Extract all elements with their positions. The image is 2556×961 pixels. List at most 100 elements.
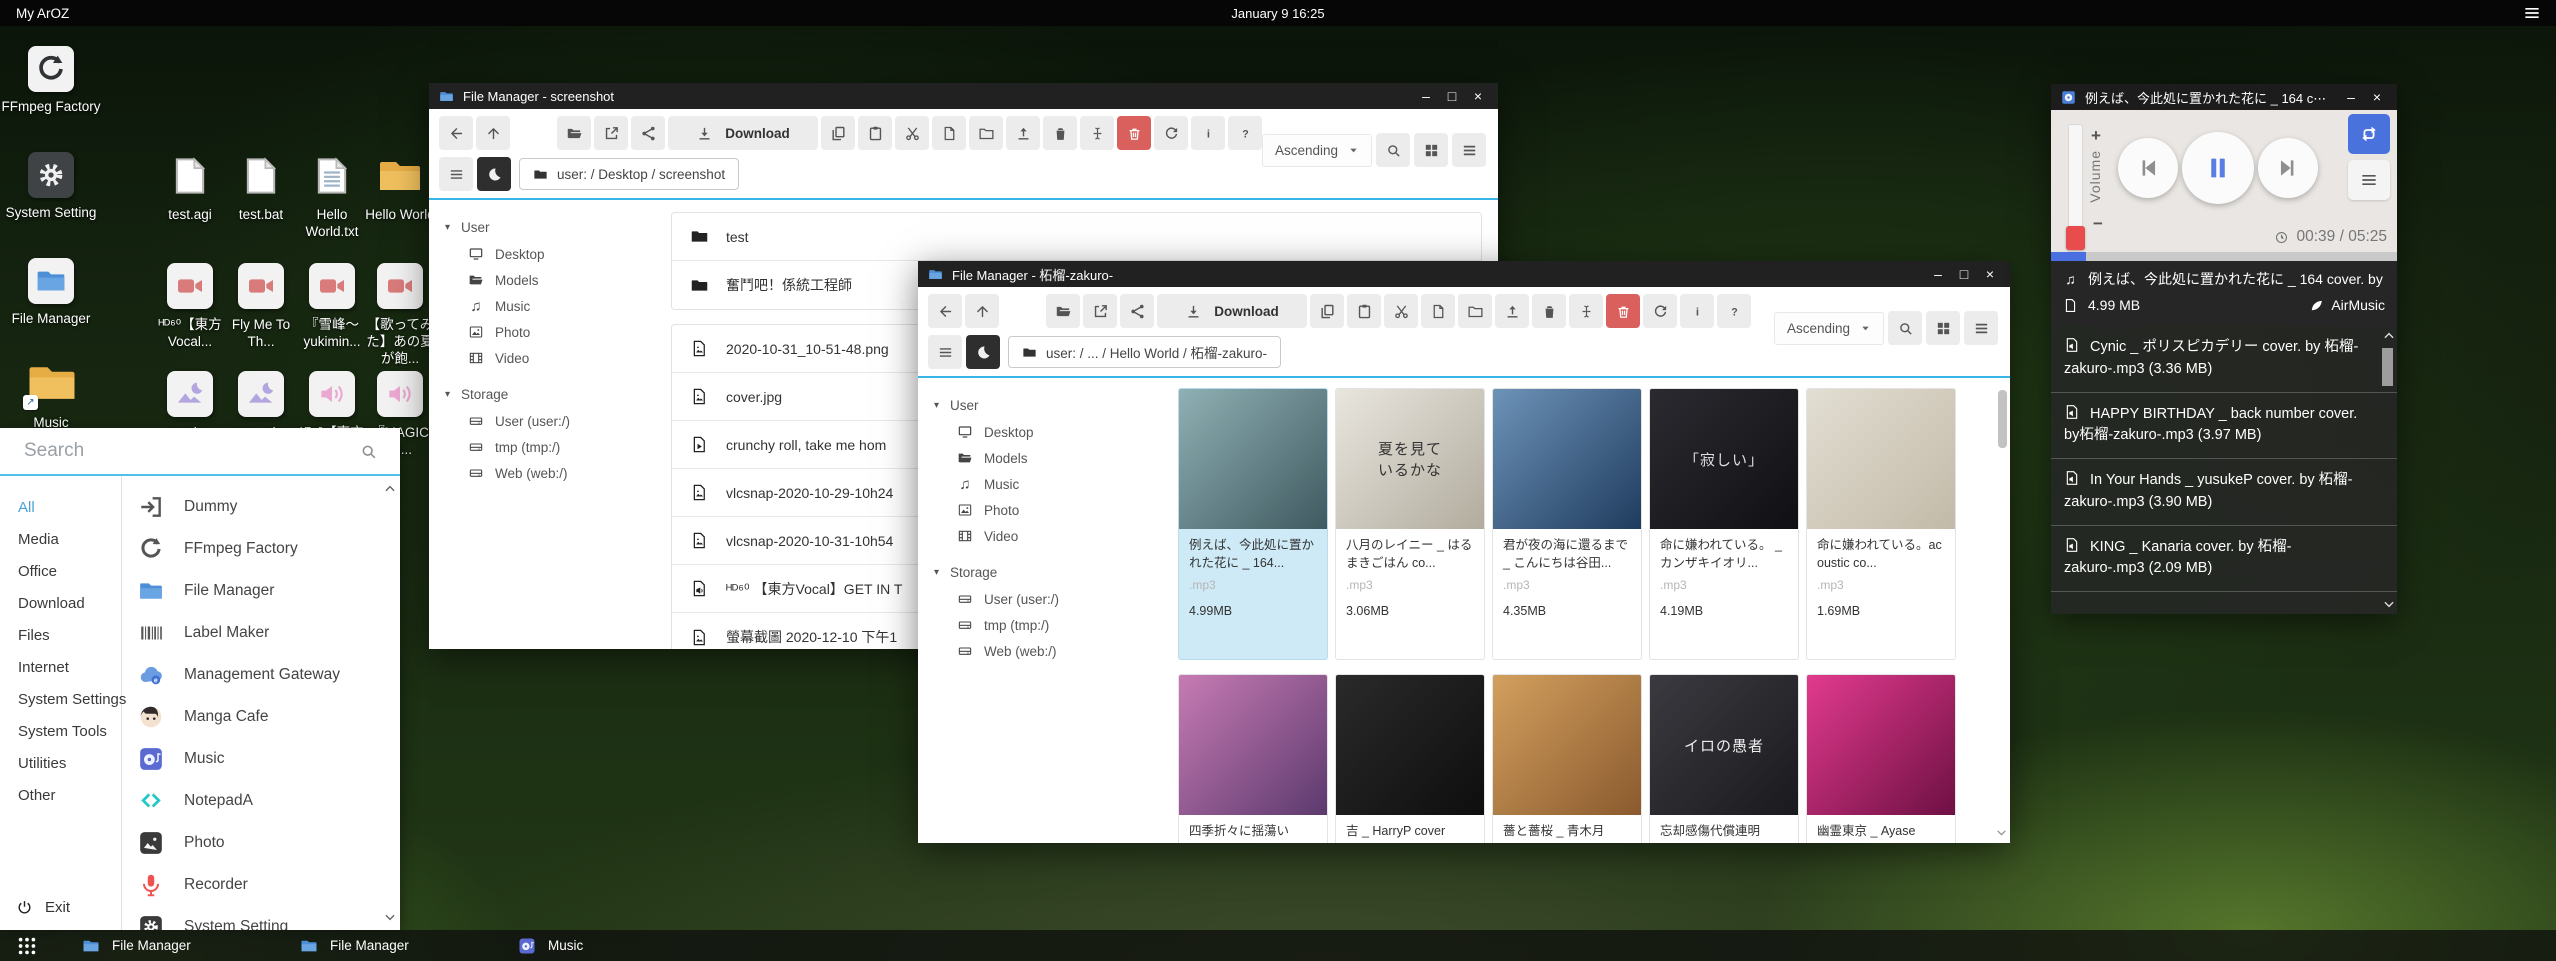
progress-bar[interactable] (2051, 252, 2397, 261)
hamburger-button[interactable] (439, 157, 473, 191)
breadcrumb[interactable]: user: / ... / Hello World / 柘榴-zakuro- (1008, 336, 1281, 368)
menu-category-other[interactable]: Other (18, 780, 121, 812)
repeat-button[interactable] (2348, 114, 2390, 154)
start-menu-scrollbar[interactable] (383, 476, 397, 930)
desktop-file-audio-icon[interactable] (377, 371, 423, 417)
folder-open-button[interactable] (1046, 294, 1080, 328)
paste-button[interactable] (858, 116, 892, 150)
sort-dropdown[interactable]: Ascending (1774, 312, 1884, 345)
menu-app-dummy[interactable]: Dummy (138, 486, 400, 528)
minimize-button[interactable]: – (2339, 89, 2363, 105)
file-card[interactable]: 「寂しい」命に嫌われている。 _ カンザキイオリ....mp34.19MB (1649, 388, 1799, 660)
desktop-file-image-icon[interactable] (238, 371, 284, 417)
menu-category-system-settings[interactable]: System Settings (18, 684, 121, 716)
menu-app-recorder[interactable]: Recorder (138, 864, 400, 906)
search-button[interactable] (1888, 311, 1922, 345)
volume-slider-handle[interactable] (2066, 226, 2085, 250)
arrow-left-button[interactable] (928, 294, 962, 328)
file-card[interactable]: 薔と薔桜 _ 青木月 (1492, 674, 1642, 843)
delete-button[interactable] (1117, 116, 1151, 150)
window-titlebar[interactable]: File Manager - 柘榴-zakuro-–□× (918, 261, 2010, 287)
download-button[interactable]: Download (668, 116, 818, 150)
scroll-down-icon[interactable] (1995, 826, 2008, 839)
tree-item-user[interactable]: User (user:/) (934, 586, 1156, 612)
tree-item-photo[interactable]: Photo (934, 497, 1156, 523)
new-folder-button[interactable] (1458, 294, 1492, 328)
tree-item-desktop[interactable]: Desktop (445, 241, 667, 267)
compress-button[interactable] (1043, 116, 1077, 150)
desktop-icon-ffmpeg-factory[interactable] (28, 46, 74, 92)
share-button[interactable] (631, 116, 665, 150)
menu-category-download[interactable]: Download (18, 588, 121, 620)
tree-item-web[interactable]: Web (web:/) (934, 638, 1156, 664)
tree-item-video[interactable]: Video (934, 523, 1156, 549)
rename-button[interactable] (1569, 294, 1603, 328)
menu-app-system-setting[interactable]: System Setting (138, 906, 400, 930)
compress-button[interactable] (1532, 294, 1566, 328)
menu-category-system-tools[interactable]: System Tools (18, 716, 121, 748)
desktop-file-folder-icon[interactable] (375, 152, 425, 200)
folder-open-button[interactable] (557, 116, 591, 150)
desktop-file-video-icon[interactable] (167, 263, 213, 309)
file-card-selected[interactable]: 例えば、今此処に置かれた花に _ 164....mp34.99MB (1178, 388, 1328, 660)
paste-button[interactable] (1347, 294, 1381, 328)
hamburger-button[interactable] (928, 335, 962, 369)
desktop-file-file-icon[interactable] (169, 150, 211, 202)
menu-app-photo[interactable]: Photo (138, 822, 400, 864)
playlist-toggle-button[interactable] (2348, 160, 2390, 200)
search-button[interactable] (1376, 133, 1410, 167)
help-button[interactable]: ? (1228, 116, 1262, 150)
taskbar-item-music[interactable]: Music (504, 930, 692, 961)
tree-item-photo[interactable]: Photo (445, 319, 667, 345)
file-card[interactable]: イロの愚者忘却感傷代償連明 (1649, 674, 1799, 843)
scroll-up-icon[interactable] (2382, 329, 2396, 343)
menu-category-media[interactable]: Media (18, 524, 121, 556)
new-file-button[interactable] (1421, 294, 1455, 328)
app-grid-icon[interactable] (16, 935, 38, 957)
tree-item-tmp[interactable]: tmp (tmp:/) (445, 434, 667, 460)
grid-view-button[interactable] (1414, 133, 1448, 167)
info-button[interactable]: i (1680, 294, 1714, 328)
menu-category-internet[interactable]: Internet (18, 652, 121, 684)
new-folder-button[interactable] (969, 116, 1003, 150)
rename-button[interactable] (1080, 116, 1114, 150)
window-titlebar[interactable]: File Manager - screenshot–□× (429, 83, 1498, 109)
upload-button[interactable] (1006, 116, 1040, 150)
list-view-button[interactable] (1452, 133, 1486, 167)
window-music-player[interactable]: 例えば、今此処に置かれた花に _ 164 c⋯ – × + Volume − 0… (2051, 84, 2397, 614)
menu-app-notepada[interactable]: NotepadA (138, 780, 400, 822)
scroll-up-icon[interactable] (383, 482, 397, 496)
desktop-file-image-icon[interactable] (167, 371, 213, 417)
exit-button[interactable]: Exit (16, 899, 70, 916)
pause-button[interactable] (2182, 132, 2254, 204)
file-card[interactable]: 幽霊東京 _ Ayase (1806, 674, 1956, 843)
arrow-left-button[interactable] (439, 116, 473, 150)
tree-item-tmp[interactable]: tmp (tmp:/) (934, 612, 1156, 638)
refresh-button[interactable] (1154, 116, 1188, 150)
menu-app-manga-cafe[interactable]: Manga Cafe (138, 696, 400, 738)
previous-track-button[interactable] (2118, 138, 2178, 198)
tree-section-user[interactable]: ▾User (934, 392, 1156, 419)
refresh-button[interactable] (1643, 294, 1677, 328)
tree-section-storage[interactable]: ▾Storage (445, 381, 667, 408)
copy-button[interactable] (821, 116, 855, 150)
help-button[interactable]: ? (1717, 294, 1751, 328)
window-file-manager-zakuro[interactable]: File Manager - 柘榴-zakuro-–□×Downloadi?us… (918, 261, 2010, 843)
player-titlebar[interactable]: 例えば、今此処に置かれた花に _ 164 c⋯ – × (2051, 84, 2397, 110)
menu-app-label-maker[interactable]: Label Maker (138, 612, 400, 654)
menu-category-files[interactable]: Files (18, 620, 121, 652)
menu-category-utilities[interactable]: Utilities (18, 748, 121, 780)
search-input[interactable] (22, 439, 352, 463)
playlist-item[interactable]: In Your Hands _ yusukeP cover. by 柘榴-zak… (2051, 459, 2397, 526)
desktop-file-audio-icon[interactable] (309, 371, 355, 417)
copy-button[interactable] (1310, 294, 1344, 328)
arrow-up-button[interactable] (476, 116, 510, 150)
hamburger-menu-icon[interactable] (2522, 3, 2542, 23)
scrollbar[interactable] (1995, 382, 2008, 839)
grid-view-button[interactable] (1926, 311, 1960, 345)
tree-item-video[interactable]: Video (445, 345, 667, 371)
sort-dropdown[interactable]: Ascending (1262, 134, 1372, 167)
menu-app-file-manager[interactable]: File Manager (138, 570, 400, 612)
new-file-button[interactable] (932, 116, 966, 150)
menu-app-management-gateway[interactable]: eManagement Gateway (138, 654, 400, 696)
